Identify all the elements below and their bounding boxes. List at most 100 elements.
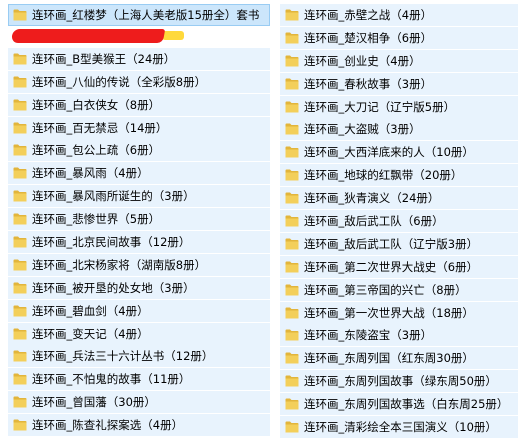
folder-list-left: 连环画_红楼梦（上海人美老版15册全）套书 连环画_B型美猴王（24册） 连环画_八… xyxy=(8,4,270,437)
folder-icon xyxy=(13,9,27,21)
folder-item[interactable]: 连环画_大刀记（辽宁版5册） xyxy=(280,95,518,118)
folder-item[interactable]: 连环画_北宋杨家将（湖南版8册） xyxy=(8,253,270,276)
folder-icon xyxy=(285,307,299,319)
folder-item[interactable]: 连环画_大盗贼（3册） xyxy=(280,118,518,141)
folder-icon xyxy=(285,123,299,135)
folder-item[interactable]: 连环画_大西洋底来的人（10册） xyxy=(280,141,518,164)
folder-name: 连环画_东周列国（红东周30册） xyxy=(304,351,474,366)
folder-icon xyxy=(13,282,27,294)
folder-item[interactable]: 连环画_被开垦的处女地（3册） xyxy=(8,276,270,299)
folder-name: 连环画_曾国藩（30册） xyxy=(32,395,156,410)
folder-item[interactable]: 连环画_B型美猴王（24册） xyxy=(8,47,270,70)
folder-item[interactable]: 连环画_碧血剑（4册） xyxy=(8,299,270,322)
folder-name: 连环画_八仙的传说（全彩版8册） xyxy=(32,74,207,89)
folder-name: 连环画_第一次世界大战（18册） xyxy=(304,305,474,320)
folder-item[interactable]: 连环画_创业史（4册） xyxy=(280,49,518,72)
folder-item[interactable]: 连环画_包公上疏（6册） xyxy=(8,139,270,162)
folder-item[interactable]: 连环画_八仙的传说（全彩版8册） xyxy=(8,70,270,93)
folder-icon xyxy=(285,284,299,296)
folder-item[interactable]: 连环画_地球的红飘带（20册） xyxy=(280,164,518,187)
folder-item[interactable]: 连环画_曾国藩（30册） xyxy=(8,391,270,414)
folder-icon xyxy=(285,146,299,158)
folder-item[interactable]: 连环画_东周列国故事选（白东周25册） xyxy=(280,393,518,416)
folder-item[interactable]: 连环画_暴风雨（4册） xyxy=(8,162,270,185)
folder-name: 连环画_暴风雨所诞生的（3册） xyxy=(32,189,195,204)
folder-name: 连环画_悲惨世界（5册） xyxy=(32,212,161,227)
redaction-yellow-stroke xyxy=(162,31,184,41)
folder-item[interactable]: 连环画_不怕鬼的故事（11册） xyxy=(8,368,270,391)
folder-item[interactable]: 连环画_第三帝国的兴亡（8册） xyxy=(280,278,518,301)
folder-name: 连环画_百无禁忌（14册） xyxy=(32,120,168,135)
folder-icon xyxy=(13,144,27,156)
folder-name: 连环画_地球的红飘带（20册） xyxy=(304,168,463,183)
folder-name: 连环画_北宋杨家将（湖南版8册） xyxy=(32,257,207,272)
folder-item[interactable]: 连环画_第二次世界大战史（6册） xyxy=(280,255,518,278)
folder-name: 连环画_白衣侠女（8册） xyxy=(32,97,161,112)
folder-name: 连环画_东周列国故事选（白东周25册） xyxy=(304,397,509,412)
folder-icon xyxy=(285,352,299,364)
folder-name: 连环画_暴风雨（4册） xyxy=(32,166,149,181)
folder-name: 连环画_北京民间故事（12册） xyxy=(32,235,191,250)
folder-item[interactable]: 连环画_东陵盗宝（3册） xyxy=(280,324,518,347)
folder-icon xyxy=(285,261,299,273)
folder-item[interactable]: 连环画_悲惨世界（5册） xyxy=(8,208,270,231)
redaction-mark xyxy=(10,28,190,43)
folder-name: 连环画_春秋故事（3册） xyxy=(304,76,433,91)
folder-name: 连环画_大西洋底来的人（10册） xyxy=(304,145,474,160)
folder-name: 连环画_不怕鬼的故事（11册） xyxy=(32,372,191,387)
folder-icon xyxy=(285,375,299,387)
folder-icon xyxy=(285,192,299,204)
folder-item[interactable]: 连环画_暴风雨所诞生的（3册） xyxy=(8,185,270,208)
redaction-red-stroke xyxy=(10,28,166,43)
folder-icon xyxy=(285,101,299,113)
folder-icon xyxy=(285,32,299,44)
folder-name: 连环画_大盗贼（3册） xyxy=(304,122,421,137)
folder-item[interactable]: 连环画_北京民间故事（12册） xyxy=(8,231,270,254)
folder-item[interactable]: 连环画_红楼梦（上海人美老版15册全）套书 xyxy=(8,4,270,26)
folder-item[interactable]: 连环画_赤壁之战（4册） xyxy=(280,4,518,26)
folder-icon xyxy=(13,419,27,431)
folder-name: 连环画_清彩绘全本三国演义（10册） xyxy=(304,420,497,435)
folder-name: 连环画_变天记（4册） xyxy=(32,326,149,341)
folder-name: 连环画_被开垦的处女地（3册） xyxy=(32,280,195,295)
folder-name: 连环画_东周列国故事（绿东周50册） xyxy=(304,374,497,389)
folder-icon xyxy=(13,396,27,408)
folder-item[interactable]: 连环画_敌后武工队（辽宁版3册） xyxy=(280,232,518,255)
folder-name: 连环画_B型美猴王（24册） xyxy=(32,51,176,66)
folder-icon xyxy=(285,329,299,341)
folder-icon xyxy=(285,78,299,90)
folder-name: 连环画_赤壁之战（4册） xyxy=(304,8,433,22)
folder-icon xyxy=(13,328,27,340)
folder-item[interactable]: 连环画_兵法三十六计丛书（12册） xyxy=(8,345,270,368)
folder-item[interactable]: 连环画_东周列国故事（绿东周50册） xyxy=(280,370,518,393)
folder-icon xyxy=(13,76,27,88)
folder-item[interactable]: 连环画_春秋故事（3册） xyxy=(280,72,518,95)
folder-item[interactable]: 连环画_陈查礼探案选（4册） xyxy=(8,414,270,437)
folder-item[interactable]: 连环画_变天记（4册） xyxy=(8,322,270,345)
folder-item[interactable]: 连环画_狄青演义（24册） xyxy=(280,187,518,210)
folder-icon xyxy=(13,305,27,317)
folder-name: 连环画_创业史（4册） xyxy=(304,53,421,68)
folder-icon xyxy=(13,213,27,225)
folder-list-right: 连环画_赤壁之战（4册） 连环画_楚汉相争（6册） 连环画_创业史（4册） 连环画_春… xyxy=(280,4,518,439)
folder-icon xyxy=(285,55,299,67)
folder-item[interactable]: 连环画_白衣侠女（8册） xyxy=(8,93,270,116)
folder-name: 连环画_狄青演义（24册） xyxy=(304,191,440,206)
folder-icon xyxy=(285,169,299,181)
folder-item[interactable]: 连环画_第一次世界大战（18册） xyxy=(280,301,518,324)
folder-name: 连环画_红楼梦（上海人美老版15册全）套书 xyxy=(32,8,260,22)
redaction-area xyxy=(8,27,270,48)
folder-item[interactable]: 连环画_敌后武工队（6册） xyxy=(280,210,518,233)
folder-item[interactable]: 连环画_楚汉相争（6册） xyxy=(280,26,518,49)
folder-item[interactable]: 连环画_清彩绘全本三国演义（10册） xyxy=(280,416,518,439)
folder-name: 连环画_东陵盗宝（3册） xyxy=(304,328,433,343)
folder-icon xyxy=(285,421,299,433)
folder-icon xyxy=(13,350,27,362)
folder-icon xyxy=(13,373,27,385)
folder-icon xyxy=(285,215,299,227)
folder-item[interactable]: 连环画_百无禁忌（14册） xyxy=(8,116,270,139)
folder-name: 连环画_碧血剑（4册） xyxy=(32,303,149,318)
folder-item[interactable]: 连环画_东周列国（红东周30册） xyxy=(280,347,518,370)
folder-icon xyxy=(13,259,27,271)
folder-name: 连环画_陈查礼探案选（4册） xyxy=(32,418,184,433)
